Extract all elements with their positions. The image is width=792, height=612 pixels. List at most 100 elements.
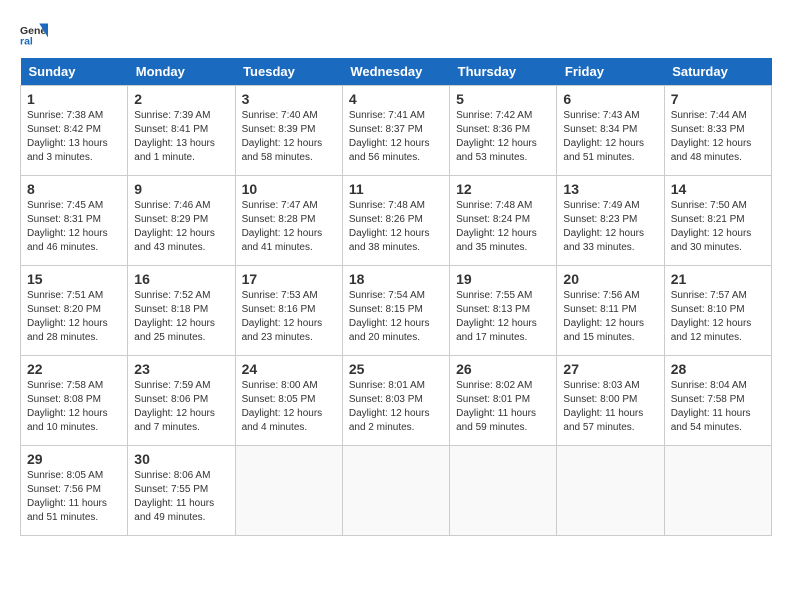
- day-number: 7: [671, 91, 765, 107]
- day-info: Sunrise: 7:49 AM Sunset: 8:23 PM Dayligh…: [563, 199, 657, 255]
- day-number: 22: [27, 361, 121, 377]
- header-thursday: Thursday: [450, 58, 557, 86]
- page-header: Gene ral: [20, 20, 772, 48]
- day-info: Sunrise: 7:52 AM Sunset: 8:18 PM Dayligh…: [134, 289, 228, 345]
- calendar-cell: 19 Sunrise: 7:55 AM Sunset: 8:13 PM Dayli…: [450, 266, 557, 356]
- day-info: Sunrise: 7:42 AM Sunset: 8:36 PM Dayligh…: [456, 109, 550, 165]
- calendar-cell: 11Sunrise: 7:48 AM Sunset: 8:26 PM Dayli…: [342, 176, 449, 266]
- week-row-5: 29 Sunrise: 8:05 AM Sunset: 7:56 PM Dayli…: [21, 446, 772, 536]
- day-info: Sunrise: 8:02 AM Sunset: 8:01 PM Dayligh…: [456, 379, 550, 435]
- day-number: 1: [27, 91, 121, 107]
- day-number: 17: [242, 271, 336, 287]
- header-wednesday: Wednesday: [342, 58, 449, 86]
- day-info: Sunrise: 7:56 AM Sunset: 8:11 PM Dayligh…: [563, 289, 657, 345]
- header-friday: Friday: [557, 58, 664, 86]
- day-info: Sunrise: 8:04 AM Sunset: 7:58 PM Dayligh…: [671, 379, 765, 435]
- calendar-cell: 5 Sunrise: 7:42 AM Sunset: 8:36 PM Daylig…: [450, 86, 557, 176]
- header-sunday: Sunday: [21, 58, 128, 86]
- calendar-cell: 10 Sunrise: 7:47 AM Sunset: 8:28 PM Dayli…: [235, 176, 342, 266]
- day-number: 3: [242, 91, 336, 107]
- day-info: Sunrise: 7:46 AM Sunset: 8:29 PM Dayligh…: [134, 199, 228, 255]
- logo-icon: Gene ral: [20, 20, 48, 48]
- calendar-cell: 2Sunrise: 7:39 AM Sunset: 8:41 PM Daylig…: [128, 86, 235, 176]
- week-row-2: 8Sunrise: 7:45 AM Sunset: 8:31 PM Daylig…: [21, 176, 772, 266]
- calendar-cell: [450, 446, 557, 536]
- header-saturday: Saturday: [664, 58, 771, 86]
- day-number: 5: [456, 91, 550, 107]
- calendar-cell: [664, 446, 771, 536]
- calendar-table: SundayMondayTuesdayWednesdayThursdayFrid…: [20, 58, 772, 536]
- calendar-cell: 26 Sunrise: 8:02 AM Sunset: 8:01 PM Dayli…: [450, 356, 557, 446]
- calendar-cell: 1 Sunrise: 7:38 AM Sunset: 8:42 PM Daylig…: [21, 86, 128, 176]
- day-number: 4: [349, 91, 443, 107]
- day-info: Sunrise: 7:47 AM Sunset: 8:28 PM Dayligh…: [242, 199, 336, 255]
- day-info: Sunrise: 7:48 AM Sunset: 8:24 PM Dayligh…: [456, 199, 550, 255]
- day-info: Sunrise: 8:05 AM Sunset: 7:56 PM Dayligh…: [27, 469, 121, 525]
- calendar-cell: 25Sunrise: 8:01 AM Sunset: 8:03 PM Dayli…: [342, 356, 449, 446]
- calendar-cell: 21 Sunrise: 7:57 AM Sunset: 8:10 PM Dayli…: [664, 266, 771, 356]
- day-info: Sunrise: 8:06 AM Sunset: 7:55 PM Dayligh…: [134, 469, 228, 525]
- day-info: Sunrise: 7:41 AM Sunset: 8:37 PM Dayligh…: [349, 109, 443, 165]
- calendar-cell: 28Sunrise: 8:04 AM Sunset: 7:58 PM Dayli…: [664, 356, 771, 446]
- calendar-cell: 4 Sunrise: 7:41 AM Sunset: 8:37 PM Daylig…: [342, 86, 449, 176]
- calendar-cell: 30 Sunrise: 8:06 AM Sunset: 7:55 PM Dayli…: [128, 446, 235, 536]
- day-info: Sunrise: 7:58 AM Sunset: 8:08 PM Dayligh…: [27, 379, 121, 435]
- day-info: Sunrise: 7:40 AM Sunset: 8:39 PM Dayligh…: [242, 109, 336, 165]
- logo: Gene ral: [20, 20, 52, 48]
- day-info: Sunrise: 7:55 AM Sunset: 8:13 PM Dayligh…: [456, 289, 550, 345]
- day-info: Sunrise: 8:03 AM Sunset: 8:00 PM Dayligh…: [563, 379, 657, 435]
- day-info: Sunrise: 7:57 AM Sunset: 8:10 PM Dayligh…: [671, 289, 765, 345]
- day-info: Sunrise: 7:48 AM Sunset: 8:26 PM Dayligh…: [349, 199, 443, 255]
- calendar-cell: 6 Sunrise: 7:43 AM Sunset: 8:34 PM Daylig…: [557, 86, 664, 176]
- calendar-cell: 12 Sunrise: 7:48 AM Sunset: 8:24 PM Dayli…: [450, 176, 557, 266]
- day-number: 14: [671, 181, 765, 197]
- day-number: 30: [134, 451, 228, 467]
- calendar-cell: [557, 446, 664, 536]
- calendar-cell: 8Sunrise: 7:45 AM Sunset: 8:31 PM Daylig…: [21, 176, 128, 266]
- day-number: 18: [349, 271, 443, 287]
- day-number: 29: [27, 451, 121, 467]
- day-info: Sunrise: 7:59 AM Sunset: 8:06 PM Dayligh…: [134, 379, 228, 435]
- day-number: 23: [134, 361, 228, 377]
- day-info: Sunrise: 7:43 AM Sunset: 8:34 PM Dayligh…: [563, 109, 657, 165]
- header-monday: Monday: [128, 58, 235, 86]
- day-number: 27: [563, 361, 657, 377]
- calendar-cell: 14Sunrise: 7:50 AM Sunset: 8:21 PM Dayli…: [664, 176, 771, 266]
- calendar-cell: 22 Sunrise: 7:58 AM Sunset: 8:08 PM Dayli…: [21, 356, 128, 446]
- day-number: 16: [134, 271, 228, 287]
- day-number: 20: [563, 271, 657, 287]
- svg-text:ral: ral: [20, 36, 33, 48]
- day-number: 26: [456, 361, 550, 377]
- calendar-cell: 20 Sunrise: 7:56 AM Sunset: 8:11 PM Dayli…: [557, 266, 664, 356]
- day-info: Sunrise: 8:00 AM Sunset: 8:05 PM Dayligh…: [242, 379, 336, 435]
- day-number: 15: [27, 271, 121, 287]
- calendar-cell: 15 Sunrise: 7:51 AM Sunset: 8:20 PM Dayli…: [21, 266, 128, 356]
- calendar-cell: 18 Sunrise: 7:54 AM Sunset: 8:15 PM Dayli…: [342, 266, 449, 356]
- day-number: 24: [242, 361, 336, 377]
- day-number: 8: [27, 181, 121, 197]
- calendar-cell: 27 Sunrise: 8:03 AM Sunset: 8:00 PM Dayli…: [557, 356, 664, 446]
- day-info: Sunrise: 7:51 AM Sunset: 8:20 PM Dayligh…: [27, 289, 121, 345]
- header-row: SundayMondayTuesdayWednesdayThursdayFrid…: [21, 58, 772, 86]
- day-number: 12: [456, 181, 550, 197]
- day-number: 21: [671, 271, 765, 287]
- day-number: 10: [242, 181, 336, 197]
- calendar-cell: 13 Sunrise: 7:49 AM Sunset: 8:23 PM Dayli…: [557, 176, 664, 266]
- calendar-cell: 29 Sunrise: 8:05 AM Sunset: 7:56 PM Dayli…: [21, 446, 128, 536]
- day-number: 6: [563, 91, 657, 107]
- day-number: 19: [456, 271, 550, 287]
- day-number: 13: [563, 181, 657, 197]
- week-row-3: 15 Sunrise: 7:51 AM Sunset: 8:20 PM Dayli…: [21, 266, 772, 356]
- calendar-cell: [342, 446, 449, 536]
- day-info: Sunrise: 7:54 AM Sunset: 8:15 PM Dayligh…: [349, 289, 443, 345]
- day-number: 25: [349, 361, 443, 377]
- calendar-cell: 17 Sunrise: 7:53 AM Sunset: 8:16 PM Dayli…: [235, 266, 342, 356]
- day-info: Sunrise: 7:53 AM Sunset: 8:16 PM Dayligh…: [242, 289, 336, 345]
- day-number: 9: [134, 181, 228, 197]
- day-info: Sunrise: 7:38 AM Sunset: 8:42 PM Dayligh…: [27, 109, 121, 165]
- calendar-cell: 23 Sunrise: 7:59 AM Sunset: 8:06 PM Dayli…: [128, 356, 235, 446]
- calendar-cell: 16 Sunrise: 7:52 AM Sunset: 8:18 PM Dayli…: [128, 266, 235, 356]
- calendar-cell: 3 Sunrise: 7:40 AM Sunset: 8:39 PM Daylig…: [235, 86, 342, 176]
- week-row-1: 1 Sunrise: 7:38 AM Sunset: 8:42 PM Daylig…: [21, 86, 772, 176]
- day-info: Sunrise: 7:39 AM Sunset: 8:41 PM Dayligh…: [134, 109, 228, 165]
